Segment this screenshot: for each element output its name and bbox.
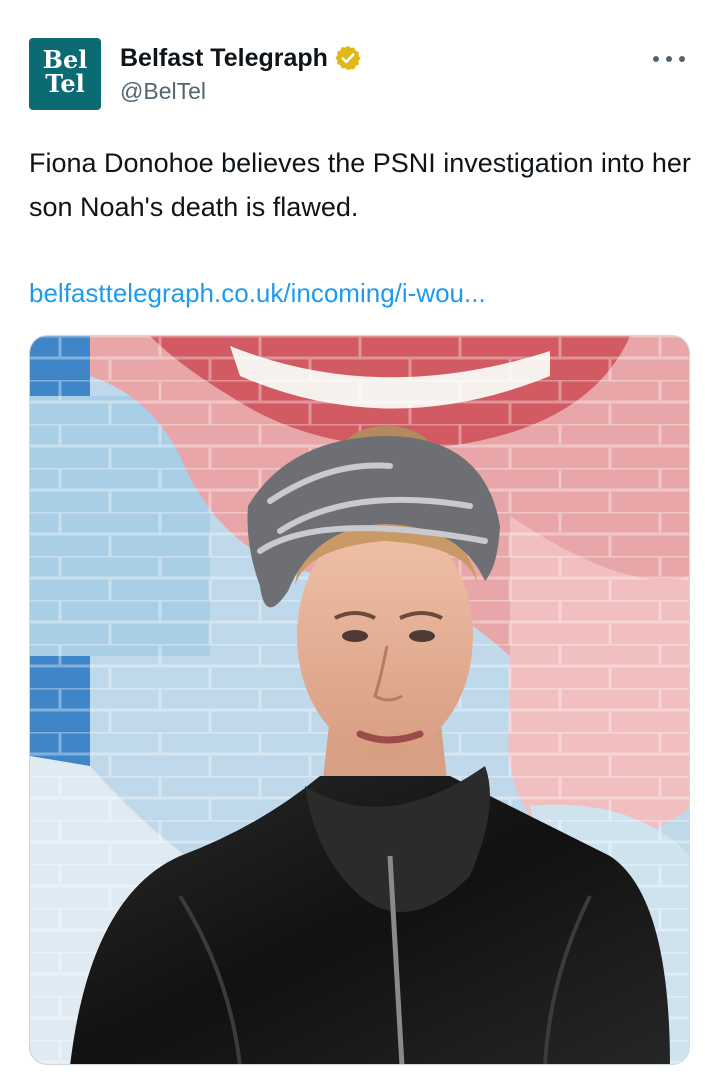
tweet-text: Fiona Donohoe believes the PSNI investig… (29, 148, 691, 222)
handle[interactable]: @BelTel (120, 77, 206, 105)
tweet-photo[interactable] (29, 335, 690, 1065)
more-options-icon[interactable] (649, 46, 689, 72)
photo-woman-before-mural (30, 336, 689, 1064)
tweet-header: Bel Tel Belfast Telegraph @BelTel (29, 38, 689, 110)
verified-badge-icon (335, 45, 361, 71)
tweet-link[interactable]: belfasttelegraph.co.uk/incoming/i-wou... (29, 275, 486, 311)
display-name[interactable]: Belfast Telegraph (120, 43, 328, 73)
avatar-text-line2: Tel (45, 69, 85, 98)
name-row: Belfast Telegraph (120, 41, 362, 75)
avatar[interactable]: Bel Tel (29, 38, 101, 110)
